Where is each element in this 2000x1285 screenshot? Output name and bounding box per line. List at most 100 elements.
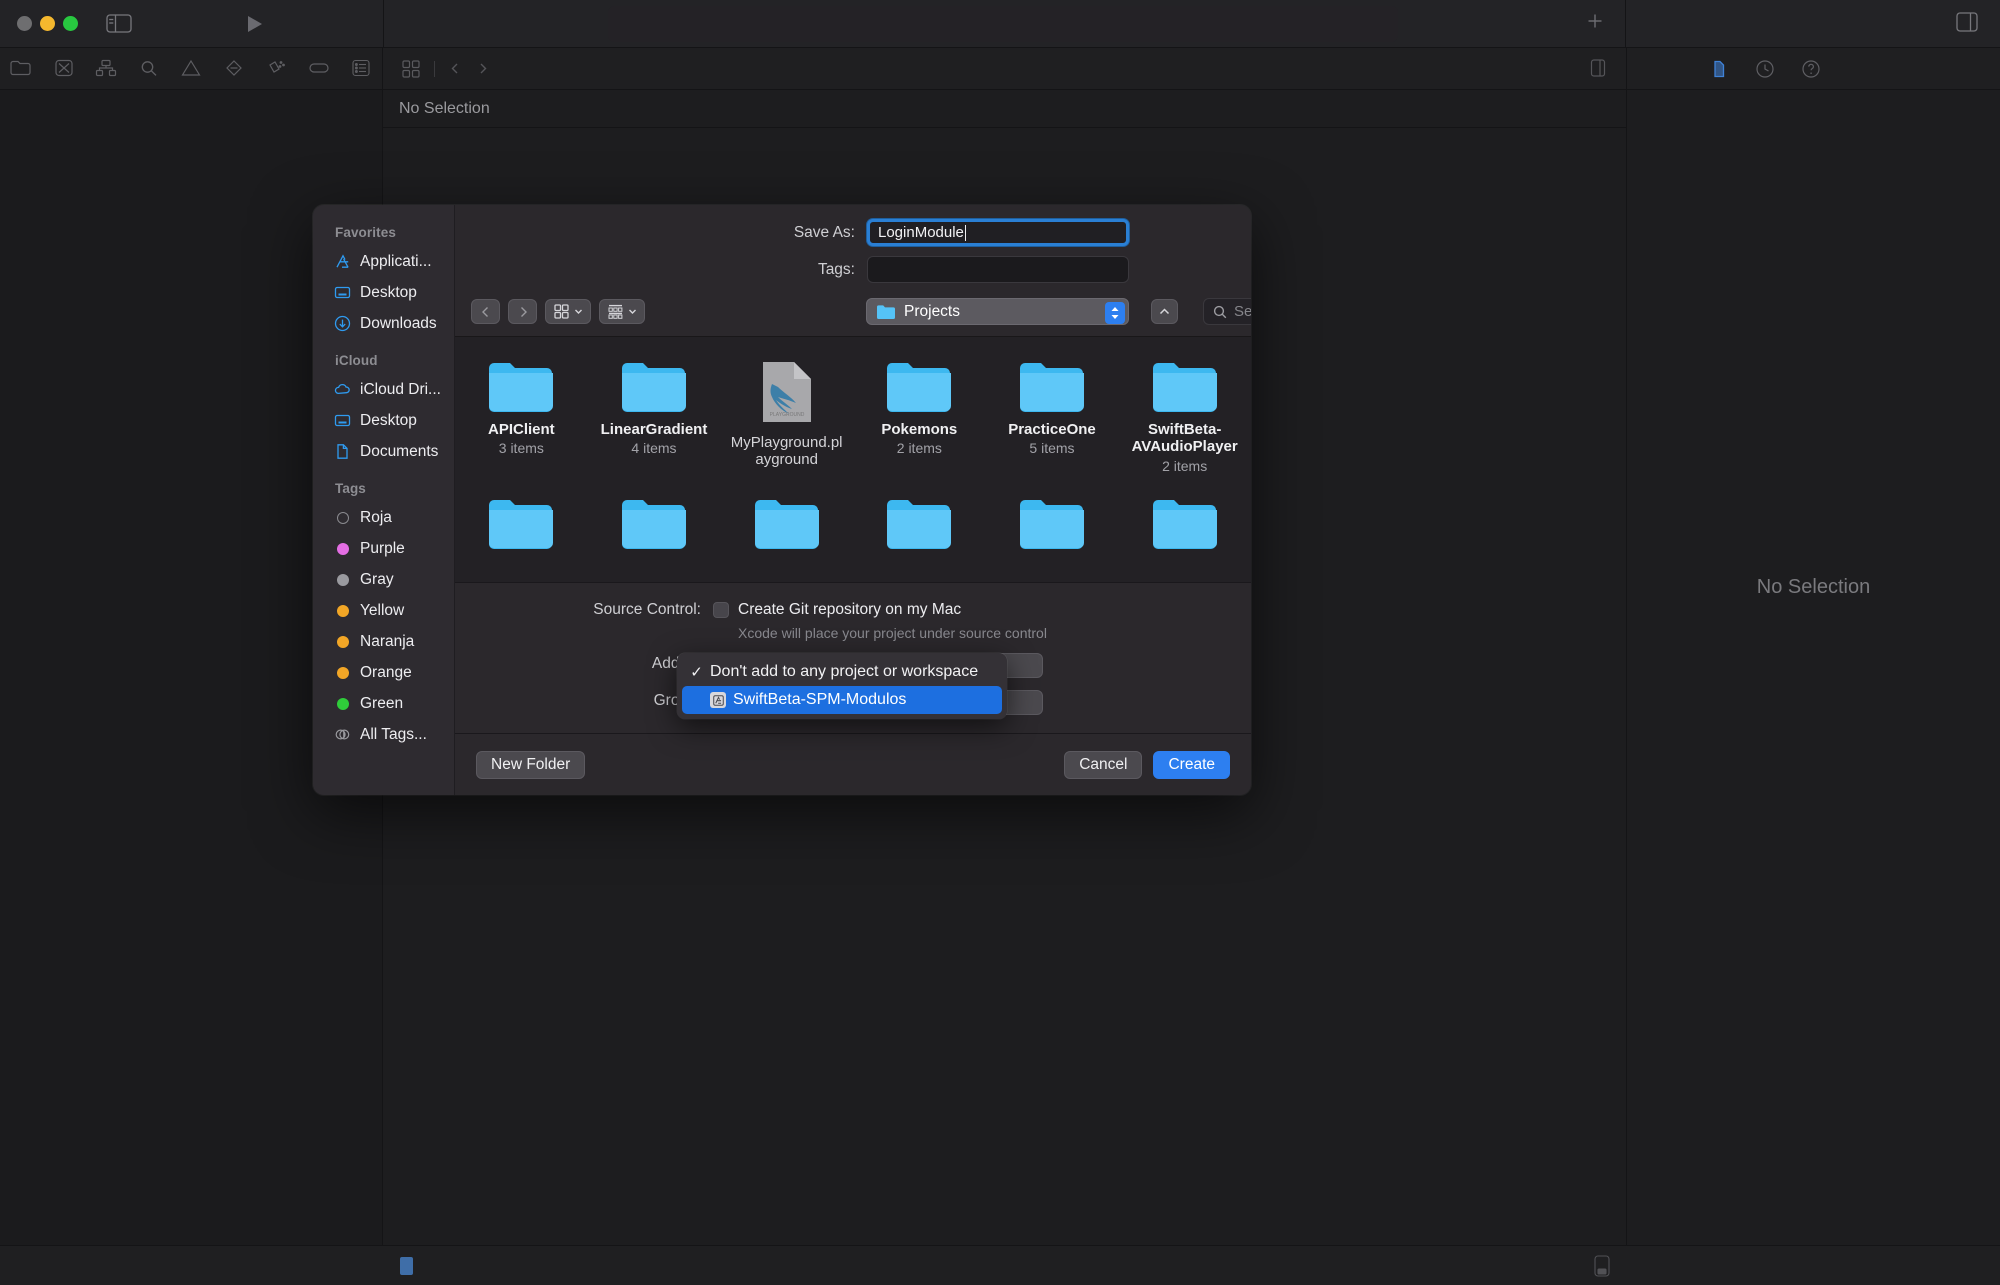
close-window-button[interactable]: [17, 16, 32, 31]
quick-help-inspector-icon[interactable]: [1801, 59, 1821, 79]
back-chevron-icon[interactable]: [449, 62, 462, 75]
run-button[interactable]: [244, 14, 264, 34]
sidebar-tag-roja[interactable]: Roja: [313, 502, 454, 533]
toolbar-divider: [434, 60, 435, 77]
sidebar-group-title: Favorites: [335, 225, 396, 240]
icon-view-button[interactable]: [545, 299, 591, 324]
file-inspector-icon[interactable]: [1709, 59, 1729, 79]
go-up-button[interactable]: [1151, 299, 1178, 324]
file-item[interactable]: [720, 496, 853, 549]
sidebar-item-label: Downloads: [360, 314, 437, 332]
source-control-hint: Xcode will place your project under sour…: [738, 625, 1047, 641]
warning-icon[interactable]: [180, 59, 202, 79]
minimize-window-button[interactable]: [40, 16, 55, 31]
tags-label: Tags:: [817, 260, 855, 278]
editor-options-icon[interactable]: [402, 59, 420, 78]
folder-icon[interactable]: [10, 59, 32, 79]
tags-input[interactable]: [867, 256, 1129, 283]
hierarchy-icon[interactable]: [95, 59, 117, 79]
sidebar-tag-orange[interactable]: Orange: [313, 657, 454, 688]
inspector-tab-bar: [1626, 48, 2000, 89]
sidebar-item-documents[interactable]: Documents: [313, 436, 454, 467]
file-item[interactable]: APIClient 3 items: [455, 359, 588, 474]
file-item[interactable]: [1118, 496, 1251, 549]
sidebar-item-applications[interactable]: Applicati...: [313, 246, 454, 277]
file-item[interactable]: PracticeOne 5 items: [986, 359, 1119, 474]
git-repository-checkbox[interactable]: [713, 602, 729, 618]
back-button[interactable]: [471, 299, 500, 324]
sidebar-item-desktop[interactable]: Desktop: [313, 277, 454, 308]
forward-button[interactable]: [508, 299, 537, 324]
sidebar-tag-green[interactable]: Green: [313, 688, 454, 719]
file-item[interactable]: PLAYGROUND MyPlayground.playground: [720, 359, 853, 474]
file-item[interactable]: [588, 496, 721, 549]
traffic-lights: [0, 16, 78, 31]
report-icon[interactable]: [350, 59, 372, 79]
finder-sidebar[interactable]: Favorites Applicati... Desktop Downloads…: [313, 205, 455, 795]
search-icon[interactable]: [138, 59, 160, 79]
navigator-toggle-icon[interactable]: [106, 14, 132, 33]
navigator-icon-bar: [0, 48, 383, 89]
tab-bar-slot[interactable]: [608, 6, 1398, 42]
file-item[interactable]: [853, 496, 986, 549]
add-to-label: Add to:: [651, 655, 701, 672]
sidebar-all-tags[interactable]: All Tags...: [313, 719, 454, 750]
new-folder-button[interactable]: New Folder: [476, 750, 586, 779]
save-as-input[interactable]: LoginModule: [867, 219, 1129, 246]
sidebar-item-downloads[interactable]: Downloads: [313, 308, 454, 339]
file-item[interactable]: LinearGradient 4 items: [588, 359, 721, 474]
file-subtitle: 3 items: [498, 440, 544, 457]
history-inspector-icon[interactable]: [1755, 59, 1775, 79]
file-subtitle: 2 items: [1162, 457, 1208, 474]
sidebar-tag-naranja[interactable]: Naranja: [313, 626, 454, 657]
search-input[interactable]: Search: [1203, 298, 1251, 325]
sidebar-item-label: Orange: [360, 663, 412, 681]
file-item[interactable]: [455, 496, 588, 549]
tag-icon[interactable]: [308, 59, 330, 79]
file-browser[interactable]: APIClient 3 items LinearGradient 4 items: [455, 336, 1251, 582]
save-fields: Save As: LoginModule Tags:: [455, 205, 1251, 293]
folder-icon: [488, 359, 554, 412]
sidebar-tag-purple[interactable]: Purple: [313, 533, 454, 564]
sidebar-item-label: Yellow: [360, 601, 405, 619]
menu-item-swiftbeta-spm-modulos[interactable]: SwiftBeta-SPM-Modulos: [682, 686, 1002, 714]
maximize-window-button[interactable]: [63, 16, 78, 31]
cancel-button[interactable]: Cancel: [1064, 750, 1143, 779]
sidebar-tag-yellow[interactable]: Yellow: [313, 595, 454, 626]
file-item[interactable]: Pokemons 2 items: [853, 359, 986, 474]
forward-chevron-icon[interactable]: [476, 62, 489, 75]
status-document-icon[interactable]: [399, 1256, 415, 1276]
sidebar-item-icloud-drive[interactable]: iCloud Dri...: [313, 374, 454, 405]
file-grid: APIClient 3 items LinearGradient 4 items: [455, 359, 1251, 549]
file-name: Pokemons: [881, 421, 958, 438]
debug-area-toggle-icon[interactable]: [1594, 1254, 1610, 1277]
footer-actions: Cancel Create: [1064, 750, 1230, 779]
editor-inspector-toggle-icon[interactable]: [1589, 59, 1607, 77]
source-control-icon[interactable]: [53, 59, 75, 79]
folder-icon: [621, 496, 687, 549]
add-to-dropdown-menu[interactable]: ✓ Don't add to any project or workspace …: [677, 653, 1007, 719]
downloads-icon: [334, 315, 351, 332]
sidebar-item-label: Documents: [360, 442, 439, 460]
sidebar-tag-gray[interactable]: Gray: [313, 564, 454, 595]
sidebar-item-icloud-desktop[interactable]: Desktop: [313, 405, 454, 436]
file-item[interactable]: SwiftBeta-AVAudioPlayer 2 items: [1118, 359, 1251, 474]
group-by-button[interactable]: [599, 299, 645, 324]
popup-stepper-icon[interactable]: [1105, 301, 1125, 324]
inspector-toggle-icon[interactable]: [1956, 12, 1978, 32]
checkmark-icon: ✓: [690, 664, 703, 681]
test-icon[interactable]: [265, 59, 287, 79]
menu-item-label: Don't add to any project or workspace: [710, 663, 979, 680]
file-item[interactable]: [986, 496, 1119, 549]
sidebar-item-label: iCloud Dri...: [360, 380, 441, 398]
breakpoint-icon[interactable]: [223, 59, 245, 79]
menu-item-dont-add[interactable]: ✓ Don't add to any project or workspace: [682, 658, 1002, 686]
location-popup-button[interactable]: Projects: [866, 298, 1129, 325]
create-button[interactable]: Create: [1153, 750, 1230, 779]
secondary-toolbar: [0, 48, 2000, 90]
file-subtitle: 4 items: [631, 440, 677, 457]
add-tab-icon[interactable]: [1586, 12, 1604, 30]
file-name: SwiftBeta-AVAudioPlayer: [1131, 421, 1238, 456]
sidebar-item-label: Green: [360, 694, 404, 712]
save-panel-footer: New Folder Cancel Create: [455, 733, 1251, 795]
